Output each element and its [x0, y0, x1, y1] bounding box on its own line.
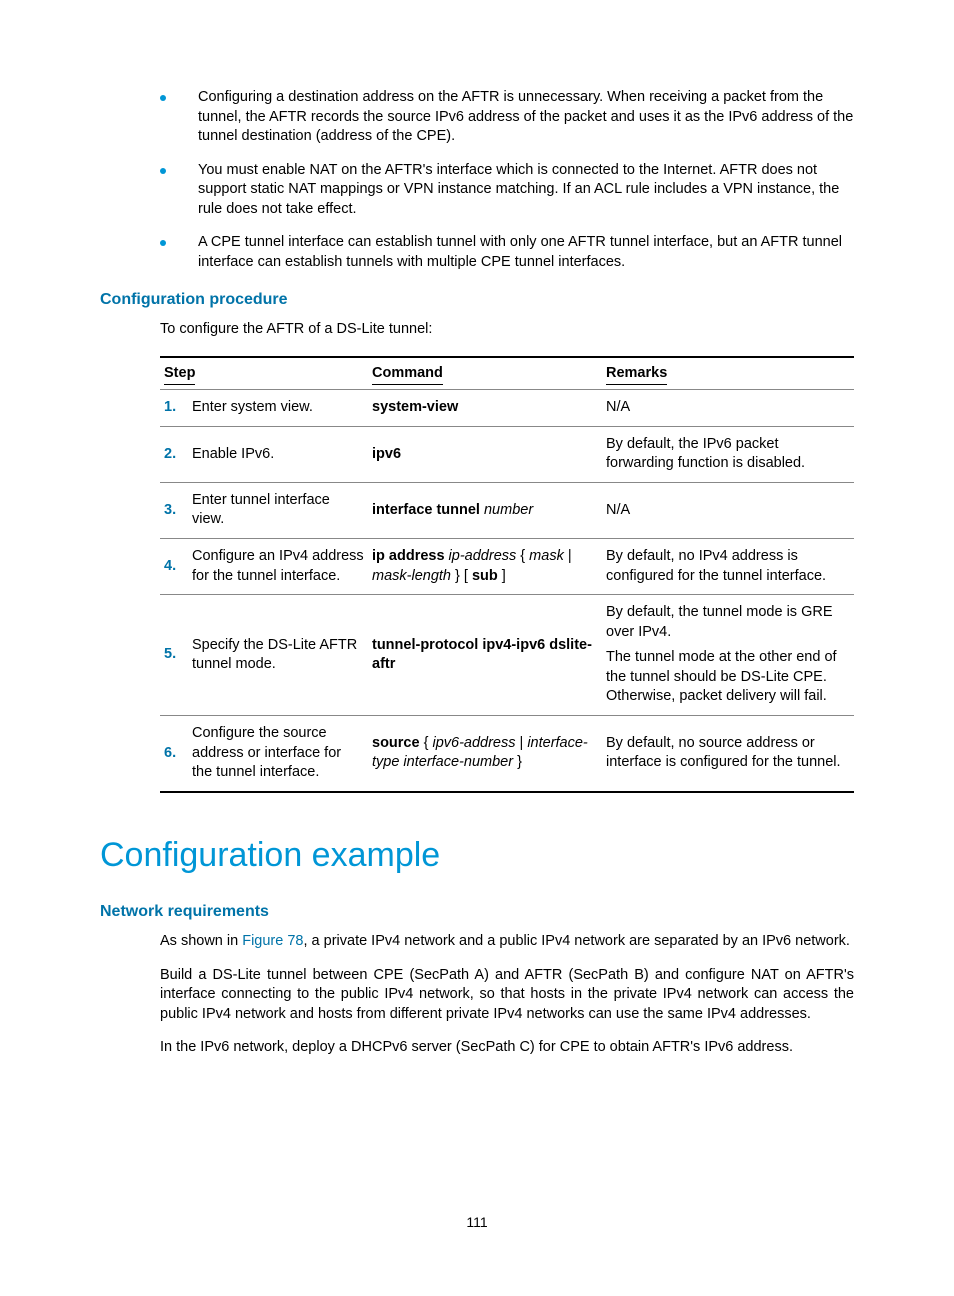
heading-network-req: Network requirements [100, 901, 854, 923]
step-desc: Configure an IPv4 address for the tunnel… [188, 539, 368, 595]
step-num: 5. [160, 595, 188, 716]
intro-text: To configure the AFTR of a DS-Lite tunne… [160, 320, 854, 340]
remarks-cell: N/A [602, 390, 854, 427]
cmd-cell: system-view [368, 390, 602, 427]
body-paragraph: In the IPv6 network, deploy a DHCPv6 ser… [160, 1038, 854, 1058]
cmd-cell: source { ipv6-address | interface-type i… [368, 715, 602, 791]
figure-link[interactable]: Figure 78 [242, 933, 303, 949]
table-row: 2. Enable IPv6. ipv6 By default, the IPv… [160, 426, 854, 482]
table-row: 5. Specify the DS-Lite AFTR tunnel mode.… [160, 595, 854, 716]
heading-config-example: Configuration example [100, 833, 854, 879]
body-paragraph: Build a DS-Lite tunnel between CPE (SecP… [160, 966, 854, 1025]
table-row: 6. Configure the source address or inter… [160, 715, 854, 791]
step-num: 2. [160, 426, 188, 482]
step-num: 4. [160, 539, 188, 595]
remarks-cell: By default, no IPv4 address is configure… [602, 539, 854, 595]
heading-config-procedure: Configuration procedure [100, 289, 854, 311]
cmd-cell: ipv6 [368, 426, 602, 482]
body-paragraph: As shown in Figure 78, a private IPv4 ne… [160, 932, 854, 952]
table-row: 4. Configure an IPv4 address for the tun… [160, 539, 854, 595]
list-item: Configuring a destination address on the… [160, 88, 854, 147]
step-desc: Enter tunnel interface view. [188, 482, 368, 538]
remarks-cell: By default, no source address or interfa… [602, 715, 854, 791]
step-desc: Enter system view. [188, 390, 368, 427]
step-desc: Specify the DS-Lite AFTR tunnel mode. [188, 595, 368, 716]
cmd-cell: ip address ip-address { mask | mask-leng… [368, 539, 602, 595]
list-item: A CPE tunnel interface can establish tun… [160, 233, 854, 272]
config-table: Step Command Remarks 1. Enter system vie… [160, 356, 854, 793]
step-desc: Enable IPv6. [188, 426, 368, 482]
remarks-cell: By default, the tunnel mode is GRE over … [602, 595, 854, 716]
step-desc: Configure the source address or interfac… [188, 715, 368, 791]
remarks-cell: N/A [602, 482, 854, 538]
remarks-cell: By default, the IPv6 packet forwarding f… [602, 426, 854, 482]
step-num: 6. [160, 715, 188, 791]
col-header-command: Command [368, 357, 602, 390]
cmd-cell: tunnel-protocol ipv4-ipv6 dslite-aftr [368, 595, 602, 716]
step-num: 1. [160, 390, 188, 427]
page-number: 111 [0, 1213, 954, 1232]
cmd-cell: interface tunnel number [368, 482, 602, 538]
list-item: You must enable NAT on the AFTR's interf… [160, 161, 854, 220]
col-header-remarks: Remarks [602, 357, 854, 390]
bullet-list: Configuring a destination address on the… [160, 88, 854, 273]
step-num: 3. [160, 482, 188, 538]
table-row: 3. Enter tunnel interface view. interfac… [160, 482, 854, 538]
col-header-step: Step [160, 357, 368, 390]
table-row: 1. Enter system view. system-view N/A [160, 390, 854, 427]
page-content: Configuring a destination address on the… [0, 0, 954, 1058]
